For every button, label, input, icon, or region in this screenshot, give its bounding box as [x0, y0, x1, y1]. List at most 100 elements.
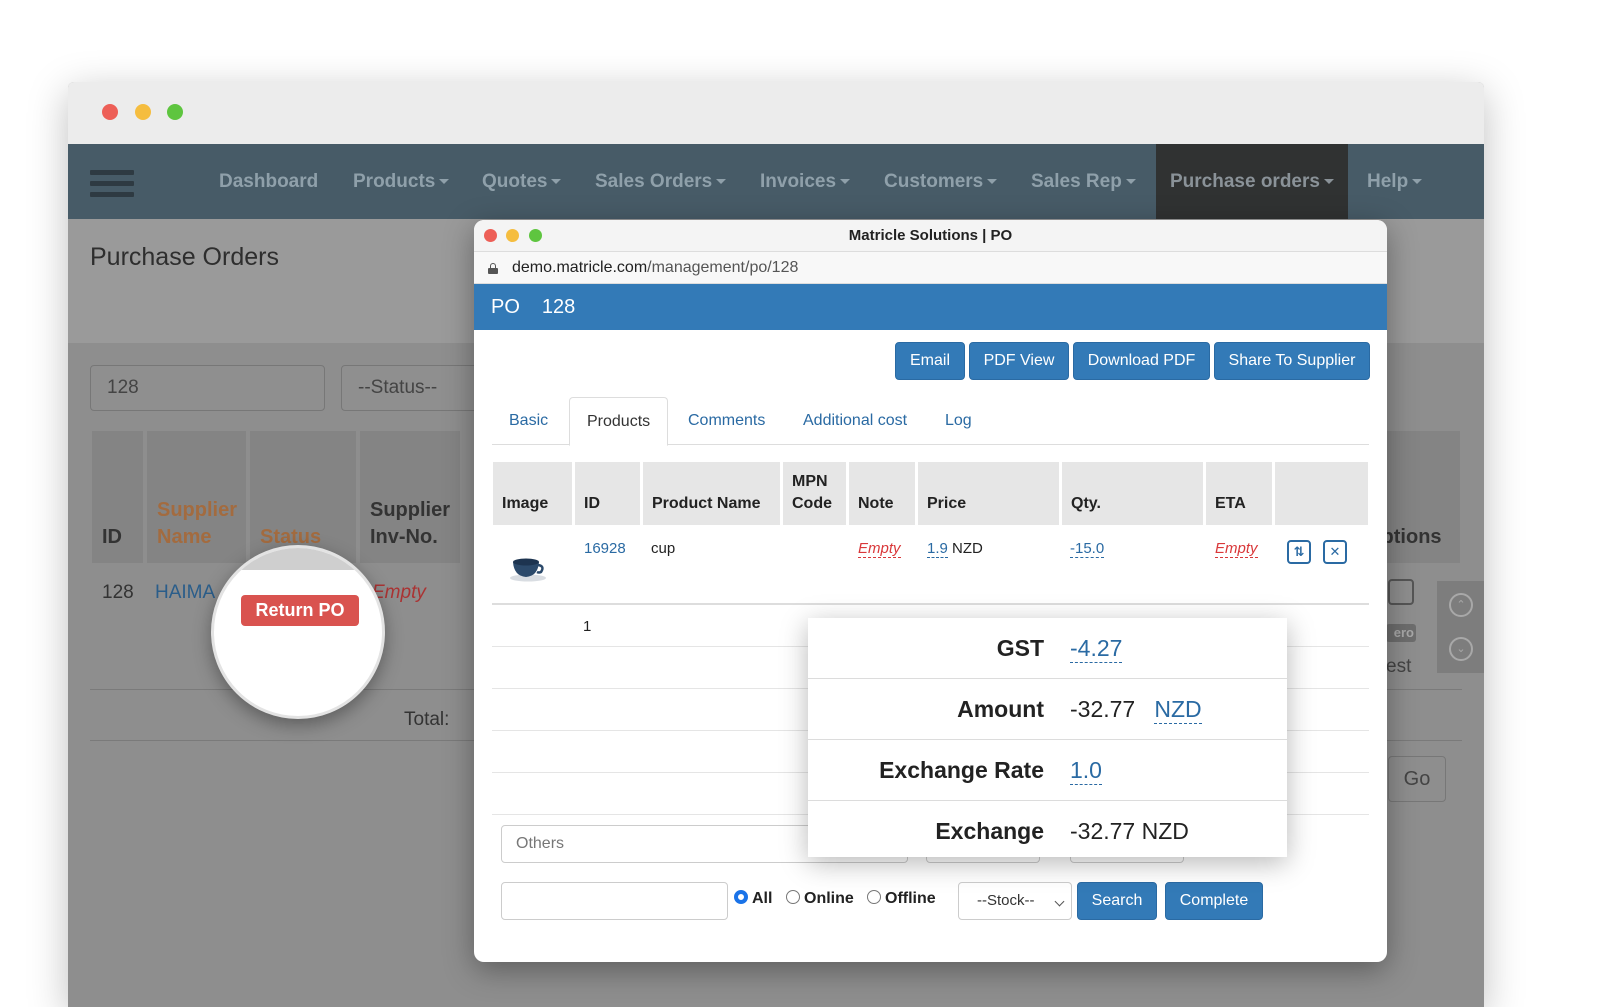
th-note: Note [849, 462, 915, 525]
po-tabs: Basic Products Comments Additional cost … [492, 397, 1369, 446]
product-id-link[interactable]: 16928 [584, 540, 626, 557]
nav-sales-rep[interactable]: Sales Rep [1031, 144, 1136, 219]
email-button[interactable]: Email [895, 342, 965, 380]
tab-additional-cost[interactable]: Additional cost [803, 397, 907, 445]
caret-down-icon [840, 179, 851, 185]
caret-down-icon [1323, 179, 1334, 185]
th-supplier-inv: Supplier Inv-No. [360, 431, 460, 563]
note-editable[interactable]: Empty [858, 540, 901, 558]
lock-icon [488, 263, 498, 274]
nav-invoices[interactable]: Invoices [760, 144, 851, 219]
caret-down-icon [1412, 179, 1423, 185]
radio-all[interactable]: All [734, 890, 772, 908]
gst-row: GST -4.27 [808, 618, 1287, 679]
settings-icon[interactable] [1388, 579, 1414, 605]
share-to-supplier-button[interactable]: Share To Supplier [1214, 342, 1370, 380]
maximize-window-button[interactable] [167, 104, 183, 120]
nav-quotes[interactable]: Quotes [482, 144, 562, 219]
delete-icon[interactable]: ✕ [1323, 540, 1347, 564]
th-options: Options [1378, 431, 1460, 563]
tab-comments[interactable]: Comments [688, 397, 765, 445]
po-search-input[interactable]: 128 [90, 365, 325, 411]
exchange-rate-value[interactable]: 1.0 [1070, 740, 1102, 800]
window-title: Matricle Solutions | PO [848, 227, 1013, 244]
product-name: cup [651, 540, 676, 557]
search-button[interactable]: Search [1077, 882, 1157, 920]
gst-value[interactable]: -4.27 [1070, 618, 1123, 678]
product-search-input[interactable] [501, 882, 728, 920]
caret-down-icon [716, 179, 727, 185]
caret-down-icon [551, 179, 562, 185]
price-editable[interactable]: 1.9 NZD [927, 540, 983, 558]
th-status: Status [250, 431, 356, 563]
nav-help[interactable]: Help [1367, 144, 1423, 219]
status-select[interactable]: --Status-- [341, 365, 491, 411]
radio-unchecked-icon [786, 890, 800, 904]
po-number: 128 [541, 296, 576, 318]
tab-log[interactable]: Log [945, 397, 972, 445]
po-header: PO 128 [474, 284, 1387, 330]
scroll-down-icon[interactable]: ⌄ [1449, 637, 1473, 661]
magnifier-callout: Return PO [211, 545, 385, 719]
gst-label: GST [996, 635, 1044, 661]
exchange-value: -32.77 NZD [1070, 818, 1189, 844]
caret-down-icon [987, 179, 998, 185]
radio-checked-icon [734, 890, 748, 904]
xero-badge[interactable]: ero [1386, 624, 1416, 642]
exchange-row: Exchange -32.77 NZD [808, 801, 1287, 862]
eta-editable[interactable]: Empty [1215, 540, 1258, 558]
return-po-button[interactable]: Return PO [241, 595, 359, 626]
amount-currency-link[interactable]: NZD [1154, 696, 1202, 724]
th-image: Image [493, 462, 572, 525]
caret-down-icon [439, 179, 450, 185]
scroll-up-icon[interactable]: ⌃ [1449, 593, 1473, 617]
row-inv-empty[interactable]: Empty [372, 582, 426, 604]
th-mpn-code: MPN Code [783, 462, 846, 525]
page-title: Purchase Orders [90, 243, 279, 271]
totals-callout: GST -4.27 Amount -32.77 NZD Exchange Rat… [808, 618, 1287, 857]
nav-products[interactable]: Products [353, 144, 450, 219]
th-eta: ETA [1206, 462, 1272, 525]
exchange-label: Exchange [935, 818, 1044, 844]
close-window-button[interactable] [102, 104, 118, 120]
minimize-window-button[interactable] [135, 104, 151, 120]
amount-value: -32.77 NZD [1070, 696, 1202, 724]
reorder-icon[interactable]: ⇅ [1287, 540, 1311, 564]
main-navbar: Dashboard Products Quotes Sales Orders I… [68, 144, 1484, 219]
caret-down-icon [1125, 179, 1136, 185]
th-price: Price [918, 462, 1059, 525]
th-actions [1275, 462, 1368, 525]
go-button[interactable]: Go [1388, 756, 1446, 802]
row-id: 128 [102, 582, 134, 603]
tab-products[interactable]: Products [569, 397, 669, 446]
th-product-name: Product Name [643, 462, 780, 525]
th-supplier-name: Supplier Name [147, 431, 246, 563]
chevron-down-icon [1054, 896, 1065, 907]
exchange-rate-row: Exchange Rate 1.0 [808, 740, 1287, 801]
total-label: Total: [404, 709, 450, 730]
outer-titlebar [68, 82, 1484, 144]
nav-customers[interactable]: Customers [884, 144, 998, 219]
exchange-rate-label: Exchange Rate [879, 757, 1044, 783]
hamburger-menu-icon[interactable] [90, 170, 134, 202]
url-bar[interactable]: demo.matricle.com/management/po/128 [474, 252, 1387, 284]
product-image-cup [510, 558, 546, 582]
amount-row: Amount -32.77 NZD [808, 679, 1287, 740]
th-id: ID [575, 462, 640, 525]
url-host: demo.matricle.com [512, 259, 648, 276]
stock-select[interactable]: --Stock-- [958, 882, 1072, 920]
popup-titlebar: Matricle Solutions | PO [474, 220, 1387, 252]
complete-button[interactable]: Complete [1165, 882, 1263, 920]
radio-unchecked-icon [867, 890, 881, 904]
row-supplier-link[interactable]: HAIMA [155, 582, 215, 604]
qty-editable[interactable]: -15.0 [1070, 540, 1105, 558]
radio-online[interactable]: Online [786, 890, 854, 908]
tab-basic[interactable]: Basic [509, 397, 548, 445]
radio-offline[interactable]: Offline [867, 890, 936, 908]
nav-sales-orders[interactable]: Sales Orders [595, 144, 727, 219]
amount-label: Amount [957, 696, 1044, 722]
pdf-view-button[interactable]: PDF View [969, 342, 1069, 380]
nav-dashboard[interactable]: Dashboard [219, 144, 318, 219]
nav-purchase-orders[interactable]: Purchase orders [1156, 144, 1348, 219]
download-pdf-button[interactable]: Download PDF [1073, 342, 1210, 380]
